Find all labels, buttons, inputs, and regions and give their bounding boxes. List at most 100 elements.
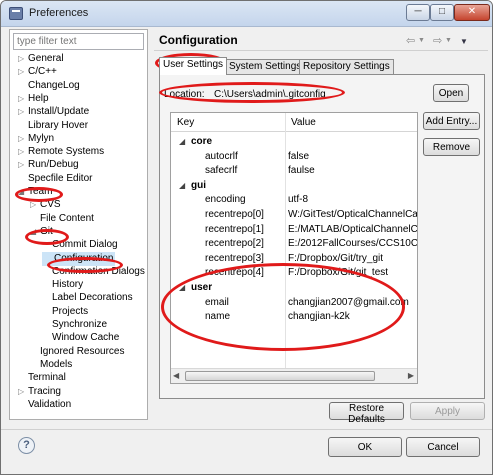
tree-item-label: C/C++ — [28, 66, 57, 78]
table-group-row[interactable]: ◢ core — [171, 135, 417, 149]
tree-item-specfile-editor[interactable]: Specfile Editor — [18, 172, 92, 186]
tree-item-window-cache[interactable]: Window Cache — [42, 331, 119, 345]
table-row[interactable]: recentrepo[4] F:/Dropbox/Git/git_test — [171, 266, 417, 280]
view-menu-icon[interactable]: ▼ — [460, 37, 468, 46]
row-value: E:/2012FallCourses/CCS10CSar — [288, 238, 418, 250]
table-group-row[interactable]: ◢ gui — [171, 179, 417, 193]
cancel-button[interactable]: Cancel — [406, 437, 480, 457]
tree-item-label-decorations[interactable]: Label Decorations — [42, 291, 133, 305]
tree-item-cvs[interactable]: ▷ CVS — [30, 198, 61, 212]
column-header-key[interactable]: Key — [177, 117, 194, 128]
tree-item-label: Mylyn — [28, 132, 55, 144]
tree-item-confirmation-dialogs[interactable]: Confirmation Dialogs — [42, 265, 145, 279]
tree-item-configuration[interactable]: Configuration — [42, 251, 116, 266]
table-row[interactable]: recentrepo[0] W:/GitTest/OpticalChannelCa… — [171, 208, 417, 222]
tree-expand-icon[interactable]: ▷ — [18, 385, 28, 399]
config-table: Key Value ◢ core autocrlf false safecrlf faul… — [170, 112, 418, 384]
tab-user-settings[interactable]: User Settings — [159, 57, 228, 75]
tree-item-validation[interactable]: Validation — [18, 398, 71, 412]
tab-system-settings[interactable]: System Settings — [225, 59, 306, 74]
scroll-left-icon[interactable]: ◀ — [173, 371, 179, 380]
remove-button[interactable]: Remove — [423, 138, 480, 156]
tree-collapse-icon[interactable]: ◢ — [30, 225, 40, 239]
row-key: recentrepo[3] — [205, 252, 264, 264]
tree-item-label: Confirmation Dialogs — [52, 265, 145, 277]
tree-item-changelog[interactable]: ChangeLog — [18, 79, 80, 93]
tree-item-run-debug[interactable]: ▷ Run/Debug — [18, 158, 79, 172]
tab-repository-settings[interactable]: Repository Settings — [299, 59, 394, 74]
scrollbar-thumb[interactable] — [185, 371, 375, 381]
table-row[interactable]: recentrepo[1] E:/MATLAB/OpticalChannelCa — [171, 223, 417, 237]
tree-expand-icon[interactable]: ▷ — [18, 145, 28, 159]
tree-item-label: Projects — [52, 305, 89, 317]
tree-item-remote-systems[interactable]: ▷ Remote Systems — [18, 145, 104, 159]
apply-button[interactable]: Apply — [410, 402, 485, 420]
add-entry-button[interactable]: Add Entry... — [423, 112, 480, 130]
ok-button[interactable]: OK — [328, 437, 402, 457]
tree-collapse-icon[interactable]: ◢ — [18, 185, 28, 199]
tree-item-label: Ignored Resources — [40, 345, 125, 357]
tree-expand-icon[interactable]: ▷ — [18, 92, 28, 106]
tree-item-c-c[interactable]: ▷ C/C++ — [18, 65, 57, 79]
table-group-row[interactable]: ◢ user — [171, 281, 417, 295]
tree-item-team[interactable]: ◢ Team — [18, 185, 52, 199]
tree-item-ignored-resources[interactable]: Ignored Resources — [30, 345, 125, 359]
open-button[interactable]: Open — [433, 84, 469, 102]
forward-arrow-icon[interactable]: ⇨ — [433, 34, 442, 47]
tree-item-tracing[interactable]: ▷ Tracing — [18, 385, 61, 399]
tree-item-models[interactable]: Models — [30, 358, 72, 372]
row-key: recentrepo[2] — [205, 238, 264, 250]
tree-item-help[interactable]: ▷ Help — [18, 92, 49, 106]
tree-item-commit-dialog[interactable]: Commit Dialog — [42, 238, 118, 252]
tree-item-label: Synchronize — [52, 319, 108, 330]
group-collapse-icon[interactable]: ◢ — [179, 135, 185, 149]
tree-item-history[interactable]: History — [42, 278, 83, 292]
back-arrow-icon[interactable]: ⇦ — [406, 34, 415, 47]
back-history-dropdown-icon[interactable]: ▼ — [418, 37, 425, 44]
row-key: recentrepo[4] — [205, 267, 264, 279]
tree-item-label: Window Cache — [52, 332, 120, 344]
group-collapse-icon[interactable]: ◢ — [179, 179, 185, 193]
tree-expand-icon[interactable]: ▷ — [18, 158, 28, 172]
footer-divider — [1, 429, 492, 430]
row-key: autocrlf — [205, 150, 238, 162]
column-header-value[interactable]: Value — [291, 117, 316, 128]
tree-expand-icon[interactable]: ▷ — [30, 198, 40, 212]
tree-item-terminal[interactable]: Terminal — [18, 371, 66, 385]
table-row[interactable]: safecrlf faulse — [171, 164, 417, 178]
tree-item-label: Configuration — [54, 252, 114, 264]
forward-history-dropdown-icon[interactable]: ▼ — [445, 37, 452, 44]
group-collapse-icon[interactable]: ◢ — [179, 281, 185, 295]
table-row[interactable]: encoding utf-8 — [171, 193, 417, 207]
tree-expand-icon[interactable]: ▷ — [18, 132, 28, 146]
tree-item-git[interactable]: ◢ Git — [30, 225, 53, 239]
restore-defaults-button[interactable]: Restore Defaults — [329, 402, 404, 425]
tree-item-synchronize[interactable]: Synchronize — [42, 318, 107, 332]
row-key: user — [191, 282, 213, 293]
configuration-page: Configuration ⇦ ▼ ⇨ ▼ ▼ User Settings Sy… — [154, 29, 488, 425]
table-row[interactable]: recentrepo[3] F:/Dropbox/Git/try_git — [171, 252, 417, 266]
tree-item-projects[interactable]: Projects — [42, 305, 88, 319]
scroll-right-icon[interactable]: ▶ — [408, 371, 414, 380]
help-icon[interactable]: ? — [18, 437, 35, 454]
tree-item-label: Models — [40, 358, 73, 370]
filter-input[interactable] — [13, 33, 144, 50]
table-row[interactable]: name changjian-k2k — [171, 310, 417, 324]
tree-item-library-hover[interactable]: Library Hover — [18, 119, 88, 133]
tree-expand-icon[interactable]: ▷ — [18, 105, 28, 119]
tree-item-label: ChangeLog — [28, 79, 80, 91]
maximize-button[interactable]: □ — [430, 4, 454, 21]
tree-item-label: Remote Systems — [28, 146, 105, 158]
close-button[interactable]: ✕ — [454, 4, 490, 21]
tree-item-file-content[interactable]: File Content — [30, 212, 94, 226]
tree-expand-icon[interactable]: ▷ — [18, 52, 28, 66]
tree-item-mylyn[interactable]: ▷ Mylyn — [18, 132, 54, 146]
horizontal-scrollbar[interactable]: ◀ ▶ — [171, 368, 417, 383]
minimize-button[interactable]: ─ — [406, 4, 430, 21]
table-row[interactable]: autocrlf false — [171, 150, 417, 164]
tree-item-general[interactable]: ▷ General — [18, 52, 64, 66]
table-row[interactable]: recentrepo[2] E:/2012FallCourses/CCS10CSa… — [171, 237, 417, 251]
tree-expand-icon[interactable]: ▷ — [18, 65, 28, 79]
table-row[interactable]: email changjian2007@gmail.com — [171, 296, 417, 310]
tree-item-install-update[interactable]: ▷ Install/Update — [18, 105, 89, 119]
